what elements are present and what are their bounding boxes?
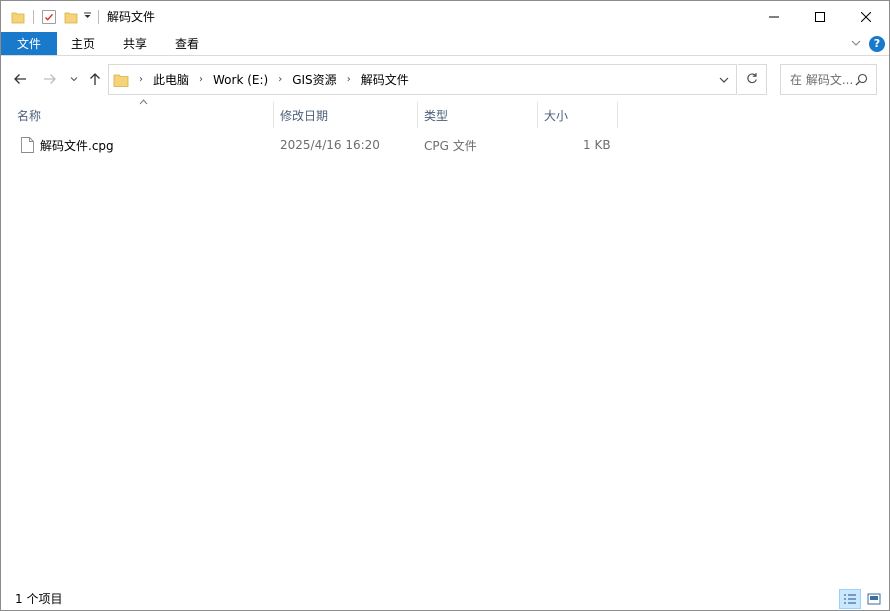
explorer-window: 解码文件 文件 主页 共享 查看 ? › 此电脑 › Work (E:) › G… bbox=[0, 0, 890, 611]
folder-icon[interactable] bbox=[11, 10, 25, 24]
minimize-button[interactable] bbox=[751, 1, 797, 32]
column-header-name[interactable]: 名称 bbox=[17, 102, 41, 128]
refresh-icon bbox=[746, 72, 758, 87]
window-title: 解码文件 bbox=[107, 10, 156, 24]
arrow-left-icon[interactable] bbox=[9, 68, 31, 90]
tab-file[interactable]: 文件 bbox=[1, 32, 57, 55]
tab-home[interactable]: 主页 bbox=[57, 32, 109, 55]
file-modified-date: 2025/4/16 16:20 bbox=[280, 138, 380, 152]
column-header-type[interactable]: 类型 bbox=[424, 102, 448, 128]
search-icon[interactable] bbox=[855, 73, 868, 89]
file-name[interactable]: 解码文件.cpg bbox=[40, 137, 114, 154]
arrow-right-icon[interactable] bbox=[39, 68, 61, 90]
column-divider[interactable] bbox=[537, 102, 538, 128]
breadcrumb-gis[interactable]: GIS资源 bbox=[292, 71, 336, 88]
status-bar: 1 个项目 bbox=[1, 587, 889, 610]
navigation-bar: › 此电脑 › Work (E:) › GIS资源 › 解码文件 在 解码文..… bbox=[1, 57, 889, 101]
details-view-icon[interactable] bbox=[839, 588, 861, 609]
title-bar: 解码文件 bbox=[1, 1, 889, 32]
quick-access-toolbar bbox=[1, 1, 99, 32]
new-folder-icon[interactable] bbox=[64, 10, 78, 24]
column-divider[interactable] bbox=[273, 102, 274, 128]
address-bar[interactable]: › 此电脑 › Work (E:) › GIS资源 › 解码文件 bbox=[108, 64, 737, 95]
properties-check-icon[interactable] bbox=[42, 9, 56, 24]
folder-icon bbox=[113, 72, 129, 88]
refresh-button[interactable] bbox=[738, 64, 767, 95]
breadcrumb-current[interactable]: 解码文件 bbox=[361, 71, 409, 88]
breadcrumb-separator-icon[interactable]: › bbox=[278, 74, 282, 85]
ribbon-right-controls: ? bbox=[851, 32, 889, 55]
search-placeholder: 在 解码文... bbox=[790, 73, 854, 87]
breadcrumb-separator-icon[interactable]: › bbox=[139, 74, 143, 85]
column-header-date[interactable]: 修改日期 bbox=[280, 102, 328, 128]
item-count: 1 个项目 bbox=[15, 592, 63, 606]
column-divider[interactable] bbox=[617, 102, 618, 128]
search-input[interactable]: 在 解码文... bbox=[780, 64, 877, 95]
breadcrumb-separator-icon[interactable]: › bbox=[347, 74, 351, 85]
column-header-size[interactable]: 大小 bbox=[544, 102, 568, 128]
maximize-button[interactable] bbox=[797, 1, 843, 32]
ribbon-tabs: 文件 主页 共享 查看 ? bbox=[1, 32, 889, 56]
column-headers: 名称 修改日期 类型 大小 bbox=[11, 99, 621, 128]
toolbar-divider bbox=[33, 9, 34, 24]
window-controls bbox=[751, 1, 889, 32]
file-type: CPG 文件 bbox=[424, 138, 477, 153]
toolbar-divider bbox=[98, 9, 99, 24]
expand-ribbon-icon[interactable] bbox=[851, 37, 861, 51]
breadcrumb-separator-icon[interactable]: › bbox=[199, 74, 203, 85]
help-icon[interactable]: ? bbox=[869, 35, 885, 52]
view-switcher bbox=[839, 588, 889, 609]
file-name-cell: 解码文件.cpg bbox=[21, 134, 114, 156]
close-button[interactable] bbox=[843, 1, 889, 32]
column-divider[interactable] bbox=[417, 102, 418, 128]
file-size: 1 KB bbox=[583, 138, 611, 152]
tab-share[interactable]: 共享 bbox=[109, 32, 161, 55]
sort-ascending-icon bbox=[139, 98, 148, 108]
tab-view[interactable]: 查看 bbox=[161, 32, 213, 55]
arrow-up-icon[interactable] bbox=[84, 68, 106, 90]
breadcrumb-drive[interactable]: Work (E:) bbox=[213, 73, 268, 87]
file-icon bbox=[21, 137, 34, 153]
chevron-down-icon[interactable] bbox=[63, 68, 85, 90]
customize-toolbar-dropdown-icon[interactable] bbox=[82, 11, 92, 23]
address-history-dropdown-icon[interactable] bbox=[712, 65, 736, 94]
large-icons-view-icon[interactable] bbox=[863, 589, 885, 609]
file-list-row[interactable]: 解码文件.cpg 2025/4/16 16:20 CPG 文件 1 KB bbox=[11, 134, 621, 156]
breadcrumb-this-pc[interactable]: 此电脑 bbox=[153, 71, 189, 88]
